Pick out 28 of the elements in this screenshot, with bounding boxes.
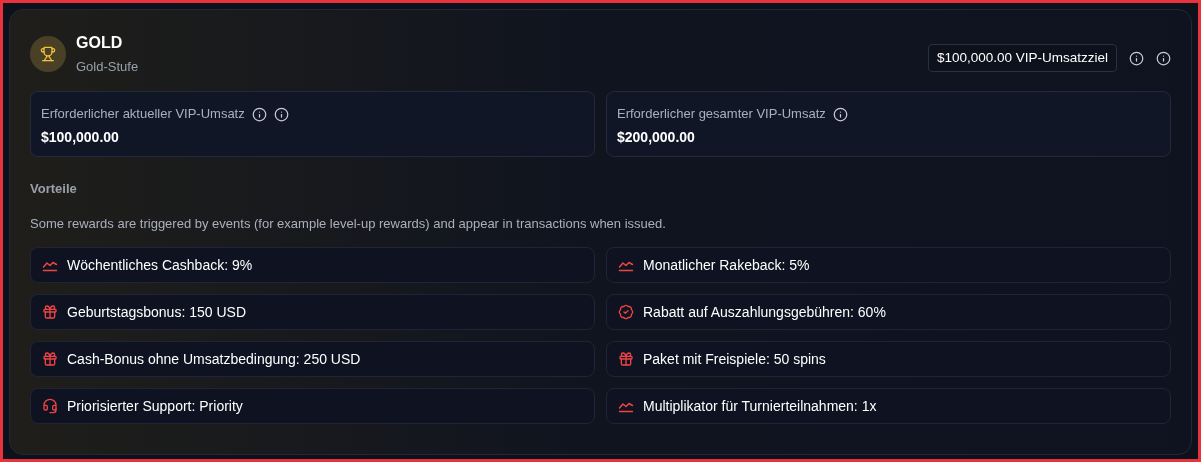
gift-icon	[618, 351, 634, 367]
benefit-text: Rabatt auf Auszahlungsgebühren: 60%	[643, 303, 886, 321]
info-icon[interactable]	[1156, 50, 1171, 66]
tier-title: GOLD	[76, 33, 124, 53]
stat-label: Erforderlicher gesamter VIP-Umsatz	[617, 106, 826, 122]
info-icon[interactable]	[1129, 50, 1144, 66]
gift-icon	[42, 304, 58, 320]
target-tag: $100,000.00 VIP-Umsatzziel	[927, 44, 1117, 72]
stat-label: Erforderlicher aktueller VIP-Umsatz	[41, 106, 245, 122]
info-icon[interactable]	[273, 106, 289, 122]
benefit-text: Geburtstagsbonus: 150 USD	[67, 303, 246, 321]
benefit-text: Wöchentliches Cashback: 9%	[67, 256, 253, 274]
benefit-text: Multiplikator für Turnierteilnahmen: 1x	[643, 397, 877, 415]
benefits-note: Some rewards are triggered by events (for example level-up rewards) and appear in transactions when issued.	[30, 216, 667, 232]
badge-check-icon	[618, 304, 634, 320]
stat-value: $100,000.00	[41, 128, 120, 146]
benefit-text: Paket mit Freispiele: 50 spins	[643, 350, 826, 368]
trophy-icon	[40, 46, 56, 62]
info-icon[interactable]	[832, 106, 848, 122]
benefit-text: Cash-Bonus ohne Umsatzbedingung: 250 USD	[67, 350, 361, 368]
headset-icon	[42, 398, 58, 414]
stat-value: $200,000.00	[617, 128, 696, 146]
tier-subtitle: Gold-Stufe	[76, 59, 139, 75]
info-icon[interactable]	[251, 106, 267, 122]
benefit-text: Monatlicher Rakeback: 5%	[643, 256, 810, 274]
benefit-text: Priorisierter Support: Priority	[67, 397, 243, 415]
gift-icon	[42, 351, 58, 367]
benefits-heading: Vorteile	[30, 181, 78, 197]
